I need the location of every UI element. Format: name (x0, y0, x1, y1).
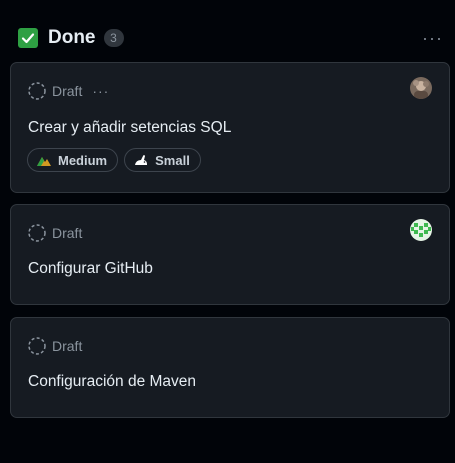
checkmark-icon (18, 28, 38, 48)
card-labels: Medium Small (27, 148, 207, 172)
draft-label: Draft (52, 225, 83, 241)
avatar[interactable] (410, 77, 432, 99)
card-status: Draft (27, 223, 82, 243)
column-header: Done 3 ··· (18, 24, 445, 52)
draft-label: Draft (52, 83, 83, 99)
card-status: Draft (27, 336, 82, 356)
card-item[interactable]: Draft ··· Crear y añadir setencias SQL M… (10, 62, 450, 193)
draft-icon (28, 337, 46, 355)
card-item[interactable]: Draft Configurar GitHub (10, 204, 450, 305)
card-status: Draft ··· (27, 81, 109, 101)
mountain-icon (37, 157, 51, 166)
draft-icon (28, 82, 46, 100)
card-item[interactable]: Draft Configuración de Maven (10, 317, 450, 418)
label-small[interactable]: Small (124, 148, 201, 172)
card-title[interactable]: Configurar GitHub (28, 260, 153, 278)
item-count-badge: 3 (103, 29, 124, 47)
rabbit-icon (135, 155, 148, 165)
column-menu-button[interactable]: ··· (422, 29, 443, 47)
label-medium[interactable]: Medium (27, 148, 119, 172)
project-column-done: Done 3 ··· Draft ··· Crear y añadir sete… (0, 0, 455, 463)
draft-label: Draft (52, 338, 83, 354)
label-text: Small (155, 152, 190, 168)
label-text: Medium (58, 152, 108, 168)
card-title[interactable]: Configuración de Maven (28, 373, 196, 391)
column-title: Done (48, 27, 96, 48)
card-more-button[interactable]: ··· (92, 83, 109, 99)
card-title[interactable]: Crear y añadir setencias SQL (28, 119, 231, 137)
avatar[interactable] (410, 219, 432, 241)
draft-icon (28, 224, 46, 242)
